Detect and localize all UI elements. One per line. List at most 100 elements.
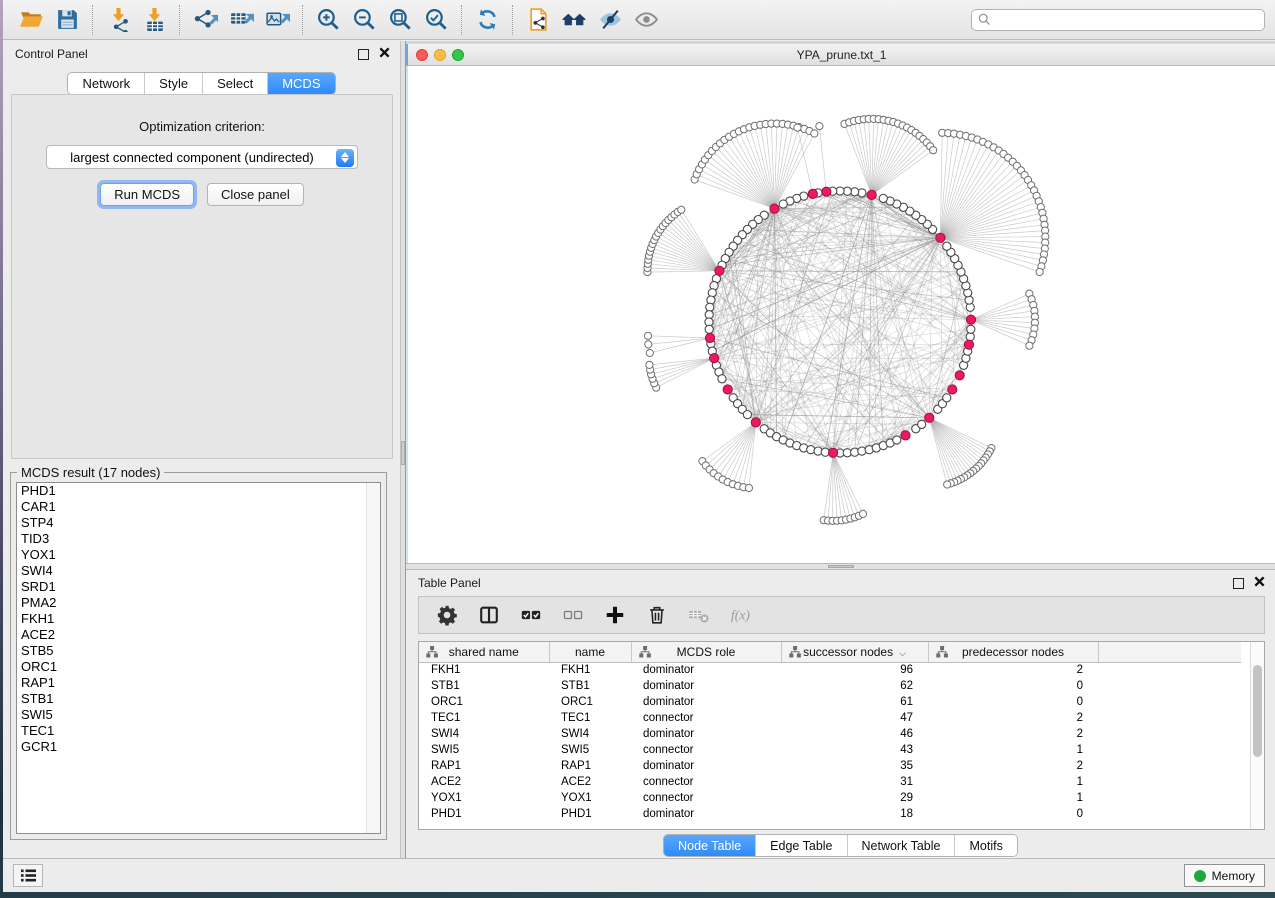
mcds-result-item[interactable]: SRD1	[17, 579, 380, 595]
network-graph[interactable]	[408, 66, 1275, 563]
export-image-button[interactable]	[259, 4, 295, 36]
mcds-hub-node[interactable]	[955, 371, 964, 380]
mcds-result-item[interactable]: ACE2	[17, 627, 380, 643]
hide-selected-button[interactable]	[592, 4, 628, 36]
mcds-hub-node[interactable]	[715, 266, 724, 275]
table-row[interactable]: RAP1RAP1dominator352	[419, 758, 1241, 774]
mcds-result-item[interactable]: FKH1	[17, 611, 380, 627]
column-header-successor-nodes[interactable]: successor nodes⌵	[781, 642, 928, 662]
mcds-hub-node[interactable]	[867, 190, 876, 199]
mcds-result-item[interactable]: TID3	[17, 531, 380, 547]
mcds-hub-node[interactable]	[964, 340, 973, 349]
table-row[interactable]: ORC1ORC1dominator610	[419, 694, 1241, 710]
table-row[interactable]: YOX1YOX1connector291	[419, 790, 1241, 806]
table-row[interactable]: TEC1TEC1connector472	[419, 710, 1241, 726]
horizontal-splitter-handle[interactable]	[828, 565, 854, 568]
network-overview-button[interactable]	[556, 4, 592, 36]
share-network-document-button[interactable]	[520, 4, 556, 36]
optimization-criterion-select[interactable]: largest connected component (undirected)	[46, 145, 358, 169]
mcds-hub-node[interactable]	[723, 385, 732, 394]
mcds-hub-node[interactable]	[925, 413, 934, 422]
tab-mcds[interactable]: MCDS	[267, 73, 334, 94]
refresh-view-button[interactable]	[469, 4, 505, 36]
run-mcds-button[interactable]: Run MCDS	[100, 183, 194, 206]
window-zoom-icon[interactable]	[452, 49, 464, 61]
delete-column-button[interactable]	[641, 600, 673, 630]
mcds-result-item[interactable]: YOX1	[17, 547, 380, 563]
mcds-result-item[interactable]: SWI4	[17, 563, 380, 579]
tab-edge-table[interactable]: Edge Table	[755, 835, 846, 856]
search-input[interactable]	[996, 13, 1258, 27]
zoom-selected-button[interactable]	[418, 4, 454, 36]
tab-network[interactable]: Network	[68, 73, 144, 94]
mcds-hub-node[interactable]	[705, 333, 714, 342]
float-table-panel-icon[interactable]	[1233, 578, 1244, 589]
export-network-button[interactable]	[187, 4, 223, 36]
column-header-name[interactable]: name	[549, 642, 631, 662]
export-table-button[interactable]	[223, 4, 259, 36]
table-scrollbar-track[interactable]	[1250, 642, 1264, 829]
table-row[interactable]: ACE2ACE2connector311	[419, 774, 1241, 790]
mcds-result-item[interactable]: GCR1	[17, 739, 380, 755]
import-network-button[interactable]	[100, 4, 136, 36]
mcds-hub-node[interactable]	[751, 418, 760, 427]
tab-node-table[interactable]: Node Table	[664, 835, 755, 856]
tab-style[interactable]: Style	[144, 73, 202, 94]
mcds-hub-node[interactable]	[770, 204, 779, 213]
mcds-result-item[interactable]: PMA2	[17, 595, 380, 611]
zoom-fit-button[interactable]	[382, 4, 418, 36]
memory-button[interactable]: Memory	[1184, 864, 1265, 887]
zoom-in-button[interactable]	[310, 4, 346, 36]
add-column-button[interactable]	[599, 600, 631, 630]
mcds-result-item[interactable]: SWI5	[17, 707, 380, 723]
float-panel-icon[interactable]	[358, 49, 369, 60]
close-panel-button[interactable]: Close panel	[207, 183, 304, 206]
save-session-button[interactable]	[49, 4, 85, 36]
table-scrollbar-thumb[interactable]	[1253, 665, 1262, 757]
mcds-hub-node[interactable]	[901, 431, 910, 440]
zoom-out-button[interactable]	[346, 4, 382, 36]
tab-motifs[interactable]: Motifs	[954, 835, 1016, 856]
show-columns-button[interactable]	[473, 600, 505, 630]
mcds-result-item[interactable]: STP4	[17, 515, 380, 531]
window-close-icon[interactable]	[416, 49, 428, 61]
mcds-hub-node[interactable]	[966, 315, 975, 324]
table-row[interactable]: SWI5SWI5connector431	[419, 742, 1241, 758]
table-row[interactable]: STB1STB1dominator620	[419, 678, 1241, 694]
mcds-hub-node[interactable]	[808, 189, 817, 198]
column-header-MCDS-role[interactable]: MCDS role	[631, 642, 781, 662]
mcds-result-item[interactable]: STB1	[17, 691, 380, 707]
select-all-checkboxes-button[interactable]	[515, 600, 547, 630]
column-header-shared-name[interactable]: shared name	[419, 642, 549, 662]
mcds-hub-node[interactable]	[829, 448, 838, 457]
show-all-button[interactable]	[628, 4, 664, 36]
tab-network-table[interactable]: Network Table	[847, 835, 955, 856]
show-panels-list-button[interactable]	[13, 864, 43, 887]
network-canvas[interactable]	[406, 66, 1275, 563]
open-file-button[interactable]	[13, 4, 49, 36]
vertical-splitter-handle[interactable]	[401, 441, 405, 465]
window-minimize-icon[interactable]	[434, 49, 446, 61]
mcds-list-scrollbar[interactable]	[366, 483, 380, 833]
deselect-all-checkboxes-button[interactable]	[557, 600, 589, 630]
close-table-panel-icon[interactable]	[1254, 576, 1265, 590]
table-row[interactable]: FKH1FKH1dominator962	[419, 662, 1241, 678]
import-table-button[interactable]	[136, 4, 172, 36]
mcds-result-item[interactable]: PHD1	[17, 483, 380, 499]
table-settings-gear-button[interactable]	[431, 600, 463, 630]
mcds-result-item[interactable]: RAP1	[17, 675, 380, 691]
mcds-result-item[interactable]: CAR1	[17, 499, 380, 515]
mcds-hub-node[interactable]	[948, 385, 957, 394]
mcds-hub-node[interactable]	[936, 233, 945, 242]
mcds-result-item[interactable]: TEC1	[17, 723, 380, 739]
table-row[interactable]: SWI4SWI4dominator462	[419, 726, 1241, 742]
mcds-result-item[interactable]: ORC1	[17, 659, 380, 675]
mcds-hub-node[interactable]	[822, 187, 831, 196]
table-cell: connector	[631, 710, 781, 726]
column-header-predecessor-nodes[interactable]: predecessor nodes	[928, 642, 1098, 662]
mcds-hub-node[interactable]	[710, 354, 719, 363]
tab-select[interactable]: Select	[202, 73, 267, 94]
close-panel-icon[interactable]	[379, 47, 390, 61]
mcds-result-item[interactable]: STB5	[17, 643, 380, 659]
table-row[interactable]: PHD1PHD1dominator180	[419, 806, 1241, 822]
